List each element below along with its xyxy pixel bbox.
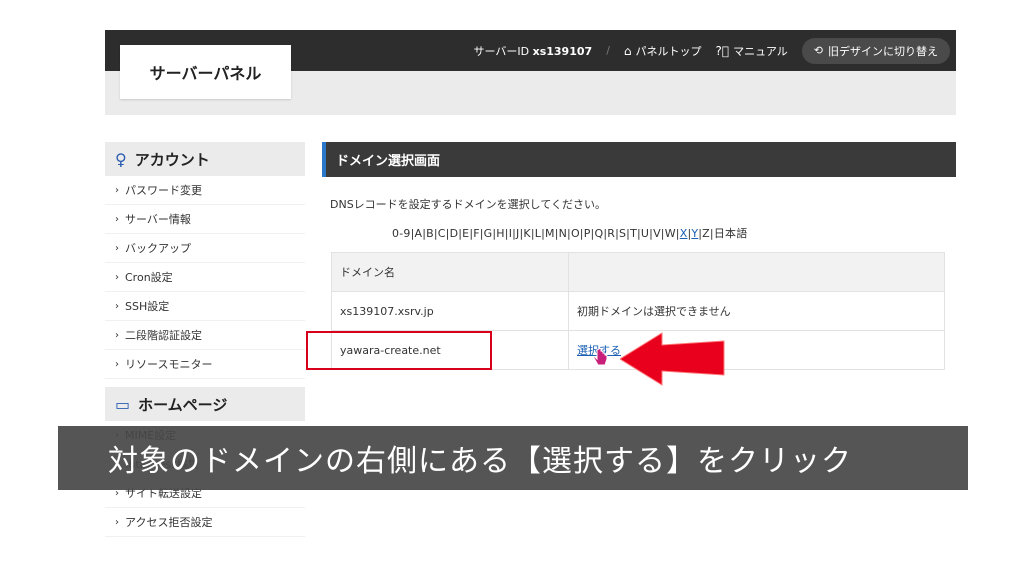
chevron-right-icon: › (115, 300, 119, 312)
column-header-action (568, 252, 945, 292)
sidebar-item[interactable]: › アクセス拒否設定 (105, 508, 305, 537)
chevron-right-icon: › (115, 242, 119, 254)
sidebar-item[interactable]: › 二段階認証設定 (105, 321, 305, 350)
domain-cell: xs139107.xsrv.jp (331, 291, 569, 331)
old-design-button[interactable]: ⟲ 旧デザインに切り替え (801, 37, 950, 64)
description-text: DNSレコードを設定するドメインを選択してください。 (330, 198, 607, 211)
chevron-right-icon: › (115, 516, 119, 528)
user-icon: ♀ (115, 149, 127, 169)
home-icon: ⌂ (623, 43, 632, 58)
alpha-link[interactable]: M (545, 227, 555, 240)
window-icon: ▭ (115, 394, 131, 414)
alpha-link[interactable]: H (496, 227, 504, 240)
table-header-row: ドメイン名 (331, 252, 945, 292)
chevron-right-icon: › (115, 184, 119, 196)
sidebar-item-label: 二段階認証設定 (125, 329, 202, 342)
sidebar-item[interactable]: › Cron設定 (105, 263, 305, 292)
column-header-domain: ドメイン名 (331, 252, 569, 292)
table-row: xs139107.xsrv.jp 初期ドメインは選択できません (331, 291, 945, 331)
sidebar-item[interactable]: › SSH設定 (105, 292, 305, 321)
sidebar-item-label: バックアップ (125, 242, 191, 255)
alpha-link[interactable]: W (665, 227, 676, 240)
sidebar-item-label: SSH設定 (125, 300, 170, 313)
chevron-right-icon: › (115, 213, 119, 225)
alpha-link[interactable]: 0-9 (392, 227, 411, 240)
sidebar-item-label: パスワード変更 (125, 184, 202, 197)
alpha-link[interactable]: D (450, 227, 459, 240)
red-arrow-icon (620, 332, 725, 386)
sidebar-item[interactable]: › バックアップ (105, 234, 305, 263)
alpha-link[interactable]: N (559, 227, 567, 240)
sidebar-item-label: サーバー情報 (125, 213, 191, 226)
caption-overlay: 対象のドメインの右側にある【選択する】をクリック (58, 426, 968, 490)
alpha-link[interactable]: C (438, 227, 446, 240)
help-icon: ?⃝ (715, 43, 730, 58)
alpha-link[interactable]: K (523, 227, 530, 240)
top-nav: サーバーID xs139107 / ⌂ パネルトップ ?⃝ マニュアル ⟲ 旧デ… (470, 30, 950, 71)
action-cell-disabled: 初期ドメインは選択できません (568, 291, 945, 331)
alpha-link[interactable]: U (641, 227, 649, 240)
refresh-icon: ⟲ (813, 44, 823, 57)
page-title: ドメイン選択画面 (322, 142, 956, 177)
alpha-link[interactable]: R (607, 227, 615, 240)
sidebar-item[interactable]: › サーバー情報 (105, 205, 305, 234)
alpha-link[interactable]: Q (594, 227, 603, 240)
hand-cursor-icon (593, 349, 608, 366)
alpha-link[interactable]: B (426, 227, 434, 240)
sidebar-item-label: Cron設定 (125, 271, 173, 284)
sidebar-heading-homepage: ▭ ホームページ (105, 387, 305, 421)
caption-text: 対象のドメインの右側にある【選択する】をクリック (108, 444, 852, 479)
panel-top-link[interactable]: ⌂ パネルトップ (624, 43, 702, 59)
alpha-index: 0-9|A|B|C|D|E|F|G|H|I|J|K|L|M|N|O|P|Q|R|… (392, 225, 747, 241)
server-id: サーバーID xs139107 (473, 44, 593, 58)
alpha-link[interactable]: V (653, 227, 661, 240)
sidebar-item[interactable]: › リソースモニター (105, 350, 305, 379)
sidebar-heading-account: ♀ アカウント (105, 142, 305, 176)
server-panel-logo[interactable]: サーバーパネル (120, 45, 291, 99)
chevron-right-icon: › (115, 329, 119, 341)
alpha-link[interactable]: O (571, 227, 580, 240)
alpha-link[interactable]: Z (702, 227, 710, 240)
chevron-right-icon: › (115, 358, 119, 370)
chevron-right-icon: › (115, 271, 119, 283)
manual-link[interactable]: ?⃝ マニュアル (716, 43, 788, 59)
alpha-link[interactable]: 日本語 (714, 227, 748, 240)
sidebar-item[interactable]: › パスワード変更 (105, 176, 305, 205)
alpha-link[interactable]: T (630, 227, 637, 240)
highlight-box (306, 331, 492, 370)
alpha-link[interactable]: P (584, 227, 591, 240)
logo-text: サーバーパネル (149, 64, 262, 83)
nav-separator: / (606, 44, 610, 57)
sidebar-item-label: アクセス拒否設定 (125, 516, 213, 529)
sidebar-item-label: リソースモニター (125, 358, 213, 371)
